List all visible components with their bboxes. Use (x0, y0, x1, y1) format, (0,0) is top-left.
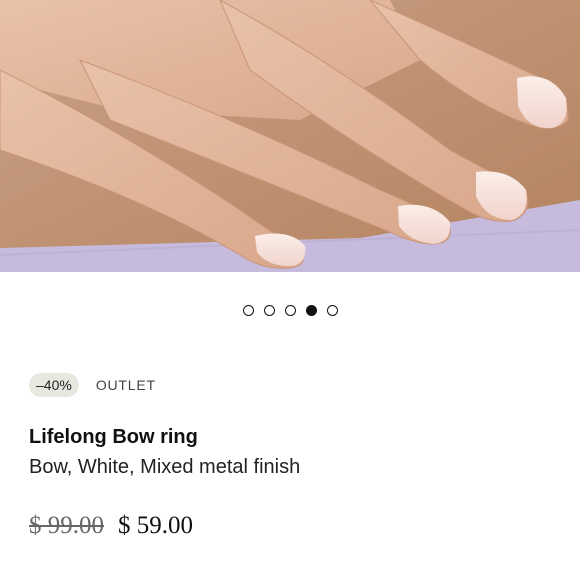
hands-photo (0, 0, 580, 272)
gallery-dot-active[interactable] (305, 305, 317, 316)
product-image[interactable] (0, 0, 580, 272)
product-tags: –40% OUTLET (29, 373, 156, 397)
product-title: Lifelong Bow ring (29, 426, 198, 448)
gallery-dot[interactable] (263, 305, 275, 316)
original-price: $ 99.00 (29, 512, 104, 539)
gallery-dot[interactable] (326, 305, 338, 316)
outlet-tag: OUTLET (95, 377, 156, 393)
gallery-pagination (0, 305, 580, 316)
product-subtitle: Bow, White, Mixed metal finish (29, 456, 301, 478)
price-row: $ 99.00 $ 59.00 (29, 512, 193, 540)
gallery-dot[interactable] (242, 305, 254, 316)
sale-price: $ 59.00 (118, 512, 193, 539)
gallery-dot[interactable] (284, 305, 296, 316)
discount-badge: –40% (29, 373, 79, 397)
